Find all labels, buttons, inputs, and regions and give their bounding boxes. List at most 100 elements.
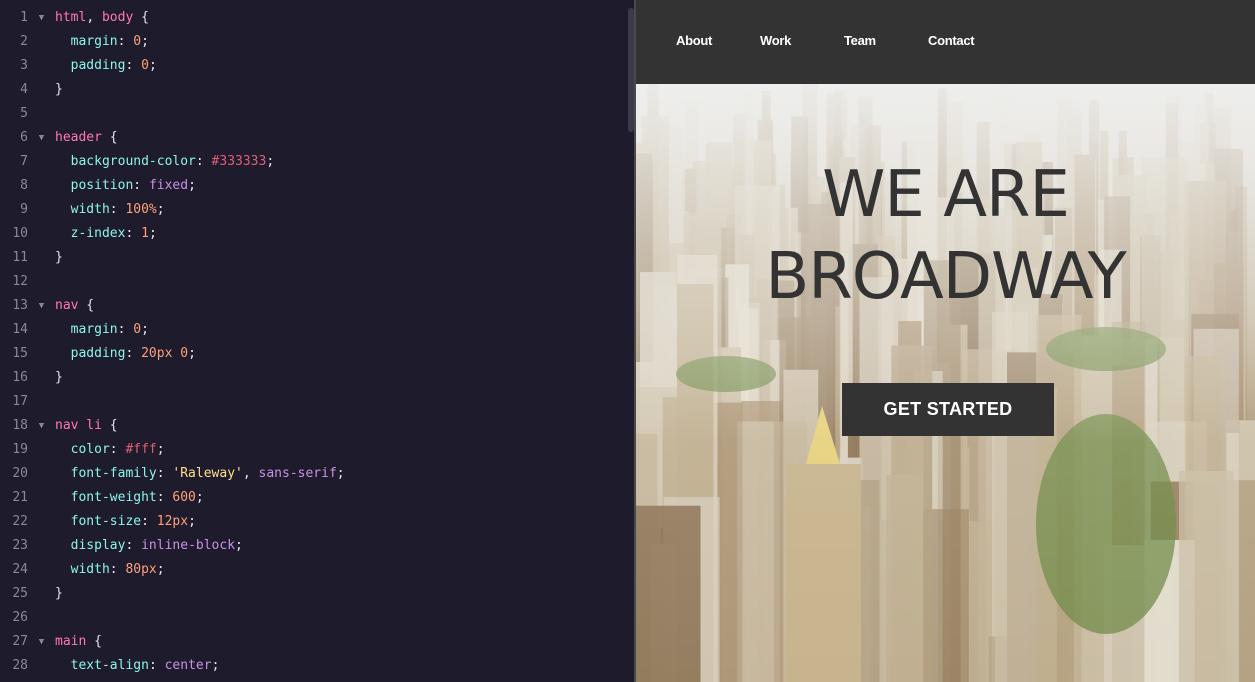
code-token: #fff	[125, 442, 157, 457]
code-token: width	[70, 202, 110, 217]
code-line[interactable]: 2 margin: 0;	[0, 30, 620, 54]
fold-arrow-icon[interactable]: ▼	[28, 630, 55, 654]
code-line[interactable]: 27 ▼ main {	[0, 630, 620, 654]
code-line[interactable]: 28 text-align: center;	[0, 654, 620, 678]
code-line[interactable]: 12	[0, 270, 620, 294]
line-number: 16	[12, 370, 28, 385]
code-line[interactable]: 5	[0, 102, 620, 126]
code-token: {	[133, 10, 149, 25]
code-text: width: 100%;	[55, 198, 165, 222]
code-token: width	[70, 562, 110, 577]
code-line[interactable]: 13 ▼ nav {	[0, 294, 620, 318]
line-number: 3	[20, 58, 28, 73]
code-line[interactable]: 10 z-index: 1;	[0, 222, 620, 246]
fold-arrow-icon[interactable]: ▼	[28, 6, 55, 30]
code-token: :	[125, 538, 142, 553]
code-line[interactable]: 1 ▼ html, body {	[0, 6, 620, 30]
code-line[interactable]: 22 font-size: 12px;	[0, 510, 620, 534]
code-text: margin: 0;	[55, 318, 149, 342]
line-number: 2	[20, 34, 28, 49]
code-line[interactable]: 16}	[0, 366, 620, 390]
code-token: 12px	[156, 514, 189, 529]
line-number: 27	[12, 634, 28, 649]
code-line[interactable]: 19 color: #fff;	[0, 438, 620, 462]
code-token: margin	[70, 34, 118, 49]
code-line[interactable]: 25}	[0, 582, 620, 606]
code-token: text-align	[70, 658, 149, 673]
line-number: 1	[20, 10, 28, 25]
code-token: ;	[188, 514, 196, 529]
code-line[interactable]: 3 padding: 0;	[0, 54, 620, 78]
code-text: background-color: #333333;	[55, 150, 275, 174]
code-token: 0	[133, 34, 142, 49]
nav-item-contact[interactable]: Contact	[928, 33, 1012, 48]
nav-item-team[interactable]: Team	[844, 33, 928, 48]
code-token: :	[148, 658, 165, 673]
code-line[interactable]: 21 font-weight: 600;	[0, 486, 620, 510]
code-line[interactable]: 7 background-color: #333333;	[0, 150, 620, 174]
code-token: }	[55, 250, 63, 265]
hero-title: WE ARE BROADWAY	[636, 154, 1255, 318]
site-nav: About Work Team Contact	[676, 33, 1012, 48]
line-number: 12	[12, 274, 28, 289]
code-text: header {	[55, 126, 118, 150]
code-line[interactable]: 17	[0, 390, 620, 414]
code-token: :	[117, 322, 134, 337]
code-token: }	[55, 370, 63, 385]
code-token: sans-serif	[258, 466, 337, 481]
line-number: 14	[12, 322, 28, 337]
code-text: font-family: 'Raleway', sans-serif;	[55, 462, 345, 486]
code-token: background-color	[70, 154, 196, 169]
code-line[interactable]: 14 margin: 0;	[0, 318, 620, 342]
code-token: ;	[141, 322, 149, 337]
line-number: 5	[20, 106, 28, 121]
code-token: ;	[235, 538, 243, 553]
code-line[interactable]: 26	[0, 606, 620, 630]
code-token: :	[195, 154, 212, 169]
code-line[interactable]: 18 ▼ nav li {	[0, 414, 620, 438]
code-text: text-align: center;	[55, 654, 220, 678]
code-line[interactable]: 11}	[0, 246, 620, 270]
line-number: 21	[12, 490, 28, 505]
code-line[interactable]: 8 position: fixed;	[0, 174, 620, 198]
code-token: :	[141, 514, 157, 529]
code-token: :	[133, 178, 149, 193]
code-token: ;	[148, 58, 157, 73]
nav-item-work[interactable]: Work	[760, 33, 844, 48]
code-token: ;	[156, 442, 165, 457]
line-number: 7	[20, 154, 28, 169]
code-line[interactable]: 24 width: 80px;	[0, 558, 620, 582]
line-number: 22	[12, 514, 28, 529]
code-token: body	[101, 10, 134, 25]
fold-arrow-icon[interactable]: ▼	[28, 414, 55, 438]
code-text: z-index: 1;	[55, 222, 157, 246]
line-number: 13	[12, 298, 28, 313]
code-line[interactable]: 6 ▼ header {	[0, 126, 620, 150]
code-token: :	[109, 442, 126, 457]
nav-item-about[interactable]: About	[676, 33, 760, 48]
get-started-button[interactable]: GET STARTED	[842, 383, 1054, 436]
code-line[interactable]: 4}	[0, 78, 620, 102]
code-token: nav	[55, 298, 79, 313]
code-text: }	[55, 78, 63, 102]
code-editor[interactable]: 1 ▼ html, body {2 margin: 0; 3 padding: 0; 4…	[0, 0, 634, 682]
code-token: :	[109, 562, 126, 577]
code-token: {	[101, 130, 118, 145]
line-number: 11	[12, 250, 28, 265]
fold-arrow-icon[interactable]: ▼	[28, 294, 55, 318]
code-line[interactable]: 9 width: 100%;	[0, 198, 620, 222]
code-line[interactable]: 20 font-family: 'Raleway', sans-serif;	[0, 462, 620, 486]
code-text: main {	[55, 630, 102, 654]
code-line[interactable]: 23 display: inline-block;	[0, 534, 620, 558]
code-token: :	[109, 202, 126, 217]
code-line[interactable]: 15 padding: 20px 0;	[0, 342, 620, 366]
fold-arrow-icon[interactable]: ▼	[28, 126, 55, 150]
